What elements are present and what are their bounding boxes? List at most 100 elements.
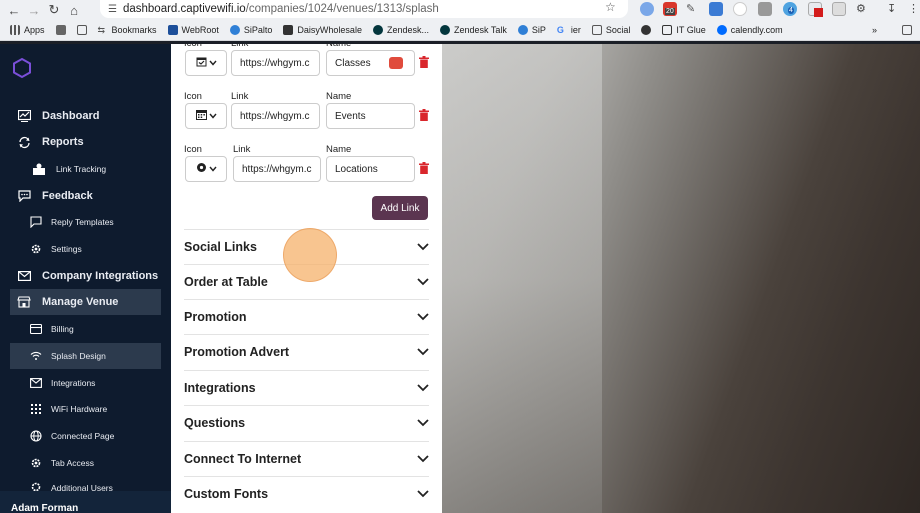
name-label: Name [326, 44, 351, 49]
bookmark-ier[interactable]: Gier [557, 25, 581, 35]
bookmark-globe[interactable] [641, 25, 652, 35]
hardware-icon [30, 403, 42, 415]
blue-extension-icon[interactable]: 4 [783, 2, 797, 16]
circle-extension-icon[interactable] [733, 2, 747, 16]
trash-icon[interactable] [419, 109, 429, 121]
link-tracking-icon [32, 162, 46, 176]
extension-badge: 20 [665, 8, 675, 15]
venue-icon [17, 295, 31, 309]
name-label: Name [326, 144, 352, 155]
link-input[interactable]: https://whgym.c [231, 103, 320, 129]
bookmark-daisy[interactable]: DaisyWholesale [283, 25, 362, 35]
sipalto-icon [229, 25, 240, 35]
link-input[interactable]: https://whgym.c [233, 156, 321, 182]
all-bookmarks-folder-icon[interactable] [902, 25, 912, 35]
section-promotion-advert[interactable]: Promotion Advert [184, 334, 429, 369]
link-input[interactable]: https://whgym.c [231, 50, 320, 76]
address-bar[interactable]: ☰ dashboard.captivewifi.io/companies/102… [100, 0, 628, 18]
billing-icon [30, 323, 42, 335]
chevron-down-icon [417, 348, 429, 356]
section-connect-to-internet[interactable]: Connect To Internet [184, 441, 429, 476]
bookmark-zendesk[interactable]: Zendesk... [372, 25, 429, 35]
bookmark-sipalto[interactable]: SiPalto [229, 25, 272, 35]
tab-extension-icon[interactable] [832, 2, 846, 16]
sidebar-item-wifi-hardware[interactable]: WiFi Hardware [10, 396, 161, 422]
name-input[interactable]: Events [326, 103, 415, 129]
sidebar-item-reply-templates[interactable]: Reply Templates [10, 209, 161, 235]
name-input[interactable]: Locations [326, 156, 415, 182]
link-label: Link [231, 44, 248, 49]
tab-access-icon [30, 457, 42, 469]
bookmark-sip[interactable]: SiP [517, 25, 546, 35]
bookmark-calendly[interactable]: calendly.com [716, 25, 783, 35]
extension-badge: 4 [788, 7, 794, 14]
gray-extension-icon[interactable] [758, 2, 772, 16]
icon-select[interactable] [185, 103, 227, 129]
bookmark-square[interactable] [55, 25, 66, 35]
calendar-extension-icon[interactable]: 20 [663, 2, 677, 16]
bookmark-webroot[interactable]: WebRoot [167, 25, 219, 35]
add-link-button[interactable]: Add Link [372, 196, 428, 220]
sidebar-item-settings[interactable]: Settings [10, 236, 161, 262]
bookmarks-bar: Apps ⇆ Bookmarks WebRoot SiPalto DaisyWho… [0, 20, 920, 41]
sidebar-item-billing[interactable]: Billing [10, 316, 161, 342]
bookmark-social[interactable]: Social [591, 25, 630, 35]
name-input[interactable]: Classes [326, 50, 415, 76]
zendesk-talk-icon [439, 25, 450, 35]
bookmark-apps[interactable]: Apps [10, 25, 45, 35]
sidebar-item-feedback[interactable]: Feedback [10, 183, 161, 209]
sidebar-item-link-tracking[interactable]: Link Tracking [10, 156, 161, 182]
pen-extension-icon[interactable]: ✎ [686, 2, 700, 16]
trash-icon[interactable] [419, 56, 429, 68]
extension-icon[interactable] [640, 2, 654, 16]
bookmark-zendesk-talk[interactable]: Zendesk Talk [439, 25, 507, 35]
icon-label: Icon [184, 144, 202, 155]
bookmark-itglue[interactable]: IT Glue [662, 25, 706, 35]
url-path: /companies/1024/venues/1313/splash [245, 3, 439, 15]
chevron-down-icon [417, 243, 429, 251]
sidebar-item-manage-venue[interactable]: Manage Venue [10, 289, 161, 315]
sidebar-item-tab-access[interactable]: Tab Access [10, 450, 161, 476]
user-profile[interactable]: Adam Forman [0, 491, 171, 513]
bookmark-grid[interactable] [76, 25, 87, 35]
icon-select[interactable] [185, 50, 227, 76]
section-custom-fonts[interactable]: Custom Fonts [184, 476, 429, 511]
reload-icon[interactable]: ↻ [44, 0, 64, 20]
sidebar-item-integrations[interactable]: Integrations [10, 370, 161, 396]
site-info-icon[interactable]: ☰ [108, 4, 117, 15]
icon-select[interactable] [185, 156, 227, 182]
puzzle-icon[interactable]: ⚙ [856, 2, 870, 16]
autofill-icon[interactable] [389, 57, 403, 69]
download-icon[interactable]: ↧ [887, 2, 901, 16]
integrations-icon [30, 377, 42, 389]
forward-icon[interactable]: → [24, 0, 44, 20]
hexagon-logo-icon[interactable] [11, 57, 33, 79]
section-questions[interactable]: Questions [184, 405, 429, 440]
sidebar-item-dashboard[interactable]: Dashboard [10, 103, 161, 129]
home-icon[interactable]: ⌂ [64, 0, 84, 20]
bookmark-bookmarks[interactable]: ⇆ Bookmarks [98, 25, 157, 35]
folder-icon [591, 25, 602, 35]
trash-icon[interactable] [419, 162, 429, 174]
chevron-down-icon [417, 419, 429, 427]
bookmarks-overflow-icon[interactable]: » [872, 25, 877, 35]
back-icon[interactable]: ← [4, 0, 24, 20]
dashboard-icon [17, 109, 31, 123]
reports-icon [17, 135, 31, 149]
arrow-extension-icon[interactable] [709, 2, 723, 16]
bookmark-star-icon[interactable]: ☆ [605, 0, 616, 14]
url-host: dashboard.captivewifi.io [122, 3, 246, 15]
section-promotion[interactable]: Promotion [184, 299, 429, 334]
sidebar: Dashboard Reports Link Tracking Feedback… [0, 44, 171, 513]
feedback-icon [17, 189, 31, 203]
sidebar-item-company-integrations[interactable]: Company Integrations [10, 263, 161, 289]
chevron-down-icon [208, 58, 217, 69]
section-integrations[interactable]: Integrations [184, 370, 429, 405]
sidebar-item-splash-design[interactable]: Splash Design [10, 343, 161, 369]
sidebar-item-connected-page[interactable]: Connected Page [10, 423, 161, 449]
menu-icon[interactable]: ⋮ [908, 2, 920, 16]
daisy-icon [283, 25, 294, 35]
sidebar-item-reports[interactable]: Reports [10, 129, 161, 155]
itglue-icon [662, 25, 673, 35]
s-extension-icon[interactable] [808, 2, 823, 17]
